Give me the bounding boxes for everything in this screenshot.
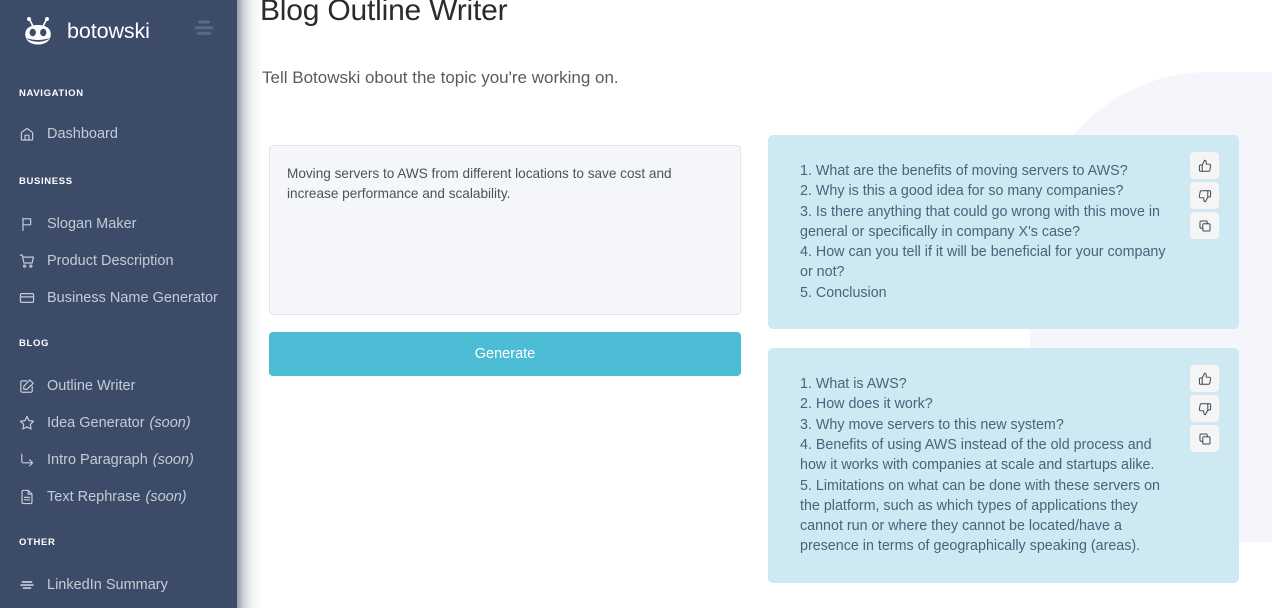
sidebar-item-label: Text Rephrase — [47, 488, 141, 505]
app-root: botowski NAVIGATION Dashboard BUSINESS S… — [0, 0, 1272, 608]
sidebar: botowski NAVIGATION Dashboard BUSINESS S… — [0, 0, 237, 608]
copy-icon — [1198, 432, 1212, 446]
copy-icon — [1198, 219, 1212, 233]
file-text-icon — [19, 489, 35, 505]
sidebar-item-label: Intro Paragraph — [47, 451, 148, 468]
brand-name: botowski — [67, 18, 150, 43]
result-card: 1. What is AWS? 2. How does it work? 3. … — [768, 348, 1239, 583]
main-content: Blog Outline Writer Tell Botowski obout … — [237, 0, 1272, 608]
sidebar-item-soon-badge: (soon) — [149, 414, 191, 431]
compose-panel: Generate — [269, 145, 741, 376]
result-text: 1. What is AWS? 2. How does it work? 3. … — [800, 376, 1161, 555]
sidebar-item-label: Product Description — [47, 252, 174, 269]
sidebar-item-soon-badge: (soon) — [145, 488, 187, 505]
edit-square-icon — [19, 378, 35, 394]
hamburger-menu-icon[interactable] — [194, 19, 216, 37]
sidebar-item-product-description[interactable]: Product Description — [0, 242, 237, 279]
card-actions — [1190, 152, 1219, 239]
robot-face-icon — [20, 13, 56, 49]
result-card: 1. What are the benefits of moving serve… — [768, 135, 1239, 330]
sidebar-section-title-business: BUSINESS — [19, 176, 73, 187]
sidebar-item-business-name-generator[interactable]: Business Name Generator — [0, 279, 237, 316]
thumbs-down-button[interactable] — [1190, 395, 1219, 423]
page-title: Blog Outline Writer — [260, 0, 508, 27]
sidebar-item-label: Idea Generator — [47, 414, 145, 431]
sidebar-item-label: LinkedIn Summary — [47, 576, 168, 593]
sidebar-item-label: Business Name Generator — [47, 289, 218, 306]
star-icon — [19, 415, 35, 431]
sidebar-item-soon-badge: (soon) — [152, 451, 194, 468]
copy-button[interactable] — [1190, 425, 1219, 453]
sidebar-item-text-rephrase[interactable]: Text Rephrase (soon) — [0, 478, 237, 515]
result-text: 1. What are the benefits of moving serve… — [800, 163, 1166, 301]
thumbs-up-icon — [1198, 372, 1212, 386]
results-list: 1. What are the benefits of moving serve… — [768, 135, 1239, 602]
sidebar-section-title-other: OTHER — [19, 537, 56, 548]
thumbs-up-icon — [1198, 159, 1212, 173]
sidebar-section-title-blog: BLOG — [19, 338, 50, 349]
generate-button[interactable]: Generate — [269, 332, 741, 376]
page-subtitle: Tell Botowski obout the topic you're wor… — [262, 68, 619, 87]
corner-down-right-icon — [19, 452, 35, 468]
copy-button[interactable] — [1190, 212, 1219, 239]
sidebar-item-outline-writer[interactable]: Outline Writer — [0, 367, 237, 404]
card-actions — [1190, 365, 1219, 453]
flag-icon — [19, 216, 35, 232]
thumbs-down-icon — [1198, 189, 1212, 203]
home-icon — [19, 126, 35, 142]
sidebar-item-idea-generator[interactable]: Idea Generator (soon) — [0, 404, 237, 441]
credit-card-icon — [19, 290, 35, 306]
sidebar-item-dashboard[interactable]: Dashboard — [0, 115, 237, 152]
align-lines-icon — [19, 577, 35, 593]
sidebar-item-linkedin-summary[interactable]: LinkedIn Summary — [0, 566, 237, 603]
topic-input[interactable] — [269, 145, 741, 315]
sidebar-item-label: Outline Writer — [47, 377, 136, 394]
thumbs-down-button[interactable] — [1190, 182, 1219, 209]
sidebar-item-label: Slogan Maker — [47, 215, 137, 232]
sidebar-section-title-navigation: NAVIGATION — [19, 88, 84, 99]
thumbs-down-icon — [1198, 402, 1212, 416]
sidebar-item-label: Dashboard — [47, 125, 118, 142]
shopping-cart-icon — [19, 253, 35, 269]
sidebar-item-slogan-maker[interactable]: Slogan Maker — [0, 205, 237, 242]
thumbs-up-button[interactable] — [1190, 152, 1219, 179]
thumbs-up-button[interactable] — [1190, 365, 1219, 393]
sidebar-item-intro-paragraph[interactable]: Intro Paragraph (soon) — [0, 441, 237, 478]
